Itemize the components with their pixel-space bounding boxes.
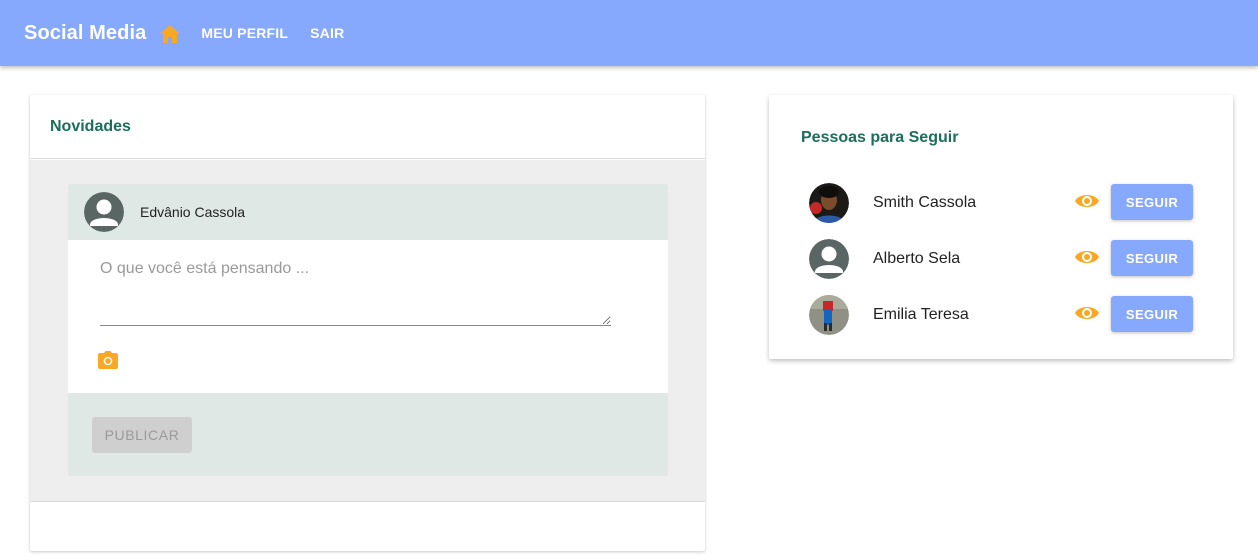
suggestions-title: Pessoas para Seguir: [801, 129, 959, 146]
feed-title: Novidades: [50, 117, 131, 135]
post-text-input[interactable]: [100, 260, 611, 326]
person-row-emilia-teresa: Emilia Teresa SEGUIR: [809, 295, 1193, 335]
nav-meu-perfil[interactable]: MEU PERFIL: [201, 25, 288, 41]
avatar[interactable]: [809, 239, 849, 279]
home-icon[interactable]: [160, 25, 181, 43]
author-avatar: [84, 192, 124, 232]
nav-sair[interactable]: SAIR: [310, 25, 344, 41]
post-composer: Edvânio Cassola PUBLICAR: [68, 184, 668, 476]
composer-header: Edvânio Cassola: [68, 184, 668, 240]
composer-footer: PUBLICAR: [68, 393, 668, 476]
follow-button[interactable]: SEGUIR: [1111, 240, 1193, 276]
author-name: Edvânio Cassola: [140, 204, 246, 220]
eye-icon[interactable]: [1075, 248, 1099, 266]
follow-button[interactable]: SEGUIR: [1111, 184, 1193, 220]
feed-body: Edvânio Cassola PUBLICAR: [30, 160, 705, 502]
camera-icon[interactable]: [98, 351, 118, 369]
publish-button[interactable]: PUBLICAR: [92, 417, 192, 453]
person-row-alberto-sela: Alberto Sela SEGUIR: [809, 239, 1193, 279]
brand-title[interactable]: Social Media: [24, 22, 146, 45]
app-bar: Social Media MEU PERFIL SAIR: [0, 0, 1258, 66]
person-name[interactable]: Smith Cassola: [873, 194, 976, 212]
person-row-smith-cassola: Smith Cassola SEGUIR: [809, 183, 1193, 223]
avatar[interactable]: [809, 183, 849, 223]
avatar[interactable]: [809, 295, 849, 335]
follow-button[interactable]: SEGUIR: [1111, 296, 1193, 332]
eye-icon[interactable]: [1075, 304, 1099, 322]
composer-body: [68, 240, 668, 393]
feed-card: Novidades Edvânio Cassola O que você est…: [30, 95, 705, 551]
person-name[interactable]: Alberto Sela: [873, 250, 960, 268]
feed-header: Novidades: [30, 95, 705, 159]
suggestions-card: Pessoas para Seguir Smith Cassola SEGUIR: [769, 95, 1233, 359]
person-name[interactable]: Emilia Teresa: [873, 306, 969, 324]
eye-icon[interactable]: [1075, 192, 1099, 210]
